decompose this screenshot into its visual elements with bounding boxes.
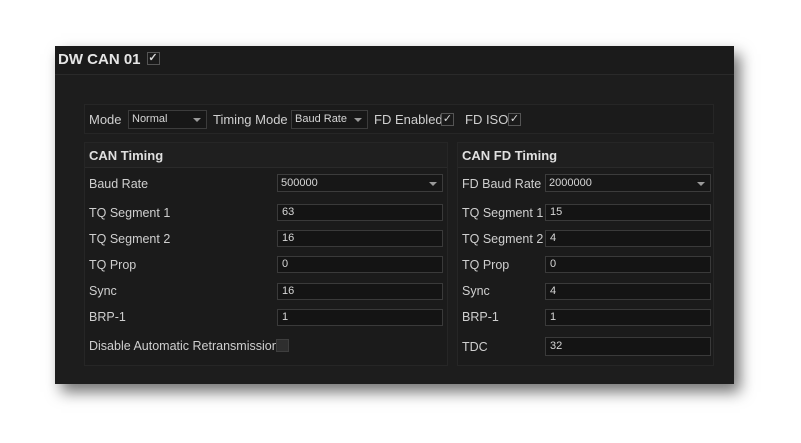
fd-baud-rate-value: 2000000 [549,177,592,189]
chevron-down-icon [697,182,705,186]
fd-tq-segment-2-label: TQ Segment 2 [462,232,544,246]
can-timing-panel: CAN Timing Baud Rate 500000 TQ Segment 1… [84,142,448,366]
disable-retransmission-label: Disable Automatic Retransmission [89,339,279,353]
chevron-down-icon [193,118,201,122]
tq-prop-label: TQ Prop [89,258,137,272]
fd-iso-label: FD ISO [465,112,509,127]
content-area: Mode Normal Timing Mode Baud Rate FD Ena… [84,104,714,366]
tq-prop-input[interactable]: 0 [277,256,443,273]
fd-enabled-checkbox[interactable]: ✓ [441,113,454,126]
can-timing-title: CAN Timing [85,143,447,168]
tdc-label: TDC [462,340,488,354]
baud-rate-label: Baud Rate [89,177,149,191]
chevron-down-icon [354,118,362,122]
mode-select[interactable]: Normal [128,110,207,129]
fd-tq-segment-1-label: TQ Segment 1 [462,206,544,220]
mode-select-value: Normal [132,113,168,125]
can-fd-timing-title: CAN FD Timing [458,143,713,168]
tq-segment-2-input[interactable]: 16 [277,230,443,247]
fd-tq-segment-1-input[interactable]: 15 [545,204,711,221]
timing-mode-select-value: Baud Rate [295,113,347,125]
fd-baud-rate-select[interactable]: 2000000 [545,174,711,192]
sync-label: Sync [89,284,117,298]
fd-brp-input[interactable]: 1 [545,309,711,326]
tq-segment-2-label: TQ Segment 2 [89,232,171,246]
fd-tq-segment-2-input[interactable]: 4 [545,230,711,247]
brp-input[interactable]: 1 [277,309,443,326]
chevron-down-icon [429,182,437,186]
window-titlebar: DW CAN 01 ✓ [55,46,734,75]
baud-rate-value: 500000 [281,177,318,189]
fd-baud-rate-label: FD Baud Rate [462,177,542,191]
can-config-window: DW CAN 01 ✓ Mode Normal Timing Mode Baud … [55,46,734,384]
tq-segment-1-input[interactable]: 63 [277,204,443,221]
can-fd-timing-panel: CAN FD Timing FD Baud Rate 2000000 TQ Se… [457,142,714,366]
fd-sync-label: Sync [462,284,490,298]
fd-iso-checkbox[interactable]: ✓ [508,113,521,126]
mode-label: Mode [89,112,122,127]
fd-sync-input[interactable]: 4 [545,283,711,300]
tq-segment-1-label: TQ Segment 1 [89,206,171,220]
timing-mode-label: Timing Mode [213,112,288,127]
window-title: DW CAN 01 [58,51,141,68]
tdc-input[interactable]: 32 [545,337,711,356]
sync-input[interactable]: 16 [277,283,443,300]
mode-bar: Mode Normal Timing Mode Baud Rate FD Ena… [84,104,714,134]
fd-enabled-label: FD Enabled [374,112,443,127]
fd-tq-prop-input[interactable]: 0 [545,256,711,273]
brp-label: BRP-1 [89,310,126,324]
baud-rate-select[interactable]: 500000 [277,174,443,192]
fd-brp-label: BRP-1 [462,310,499,324]
disable-retransmission-checkbox[interactable] [276,339,289,352]
fd-tq-prop-label: TQ Prop [462,258,510,272]
channel-enabled-checkbox[interactable]: ✓ [146,51,160,65]
window-title-area: DW CAN 01 ✓ [58,51,160,68]
timing-mode-select[interactable]: Baud Rate [291,110,368,129]
